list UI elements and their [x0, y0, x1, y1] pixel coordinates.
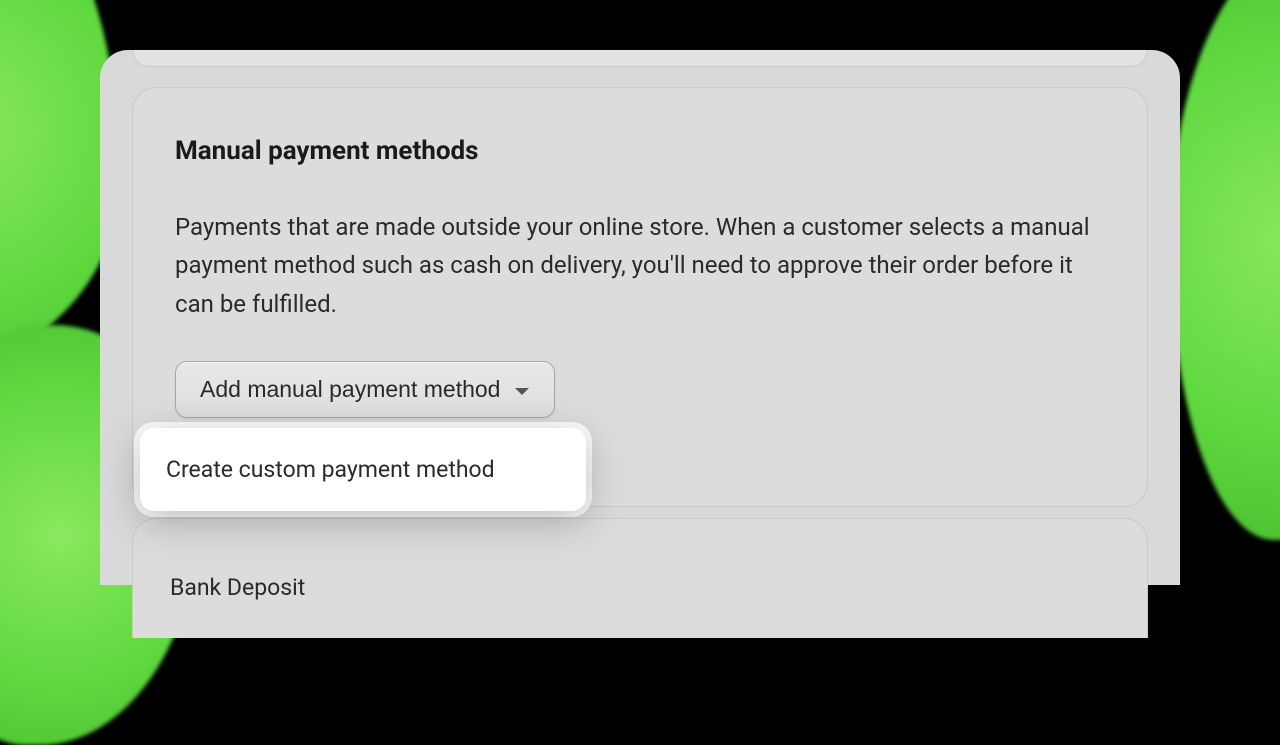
- payment-method-dropdown-menu: Create custom payment method: [140, 428, 586, 511]
- section-title: Manual payment methods: [175, 136, 1105, 166]
- decorative-blob: [1170, 0, 1280, 540]
- chevron-down-icon: [514, 376, 530, 403]
- add-manual-payment-button[interactable]: Add manual payment method: [175, 361, 555, 418]
- section-description: Payments that are made outside your onli…: [175, 208, 1095, 323]
- previous-card-peek: [132, 50, 1148, 67]
- bank-deposit-item[interactable]: Bank Deposit: [170, 574, 305, 601]
- settings-panel: Manual payment methods Payments that are…: [100, 50, 1180, 585]
- button-label: Add manual payment method: [200, 376, 500, 403]
- create-custom-payment-item[interactable]: Create custom payment method: [140, 438, 586, 501]
